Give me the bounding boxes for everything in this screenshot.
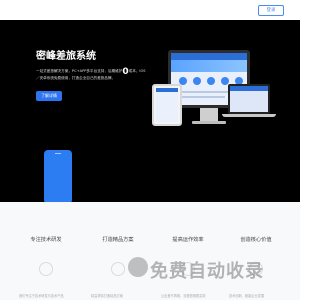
research-icon (39, 262, 53, 276)
laptop-base (222, 114, 276, 117)
login-button[interactable]: 登录 (258, 5, 284, 16)
feature-item: 创造核心价值 (226, 236, 286, 243)
feature-description: 让出差不再难，流程透明更高效 (161, 294, 206, 298)
hero-title: 密峰差旅系统 (36, 51, 96, 62)
learn-more-button[interactable]: 了解详情 (36, 91, 62, 101)
hero-description: 一站式差旅解决方案，PC+APP多平台支持，后期维护0成本，IOS／安卓系统免费… (36, 68, 148, 81)
feature-item: 打造精品方案 (88, 236, 148, 243)
tablet-image (152, 84, 182, 126)
feature-title: 打造精品方案 (102, 237, 134, 243)
features-section (0, 202, 300, 300)
feature-item: 专注技术研发 (16, 236, 76, 243)
watermark-logo-icon (128, 257, 148, 277)
top-bar: 登录 (0, 0, 300, 20)
hero-desc-text-1: 一站式差旅解决方案，PC+APP多平台支持，后期维护 (36, 69, 123, 73)
feature-item: 提高运作效率 (158, 236, 218, 243)
laptop-image (228, 84, 270, 114)
watermark-text: 免费自动收录 (150, 261, 264, 282)
feature-title: 提高运作效率 (172, 237, 204, 243)
monitor-stand (200, 108, 218, 122)
feature-title: 专注技术研发 (30, 237, 62, 243)
monitor-stand-base (192, 121, 226, 124)
feature-description: 技术创新，赋能企业发展 (229, 294, 265, 298)
phone-image (44, 150, 72, 204)
feature-description: 精益求精打造精品方案 (91, 294, 123, 298)
feature-description: 我们专注于技术研发与技术产品 (19, 294, 64, 298)
feature-title: 创造核心价值 (240, 237, 272, 243)
solution-icon (111, 262, 125, 276)
